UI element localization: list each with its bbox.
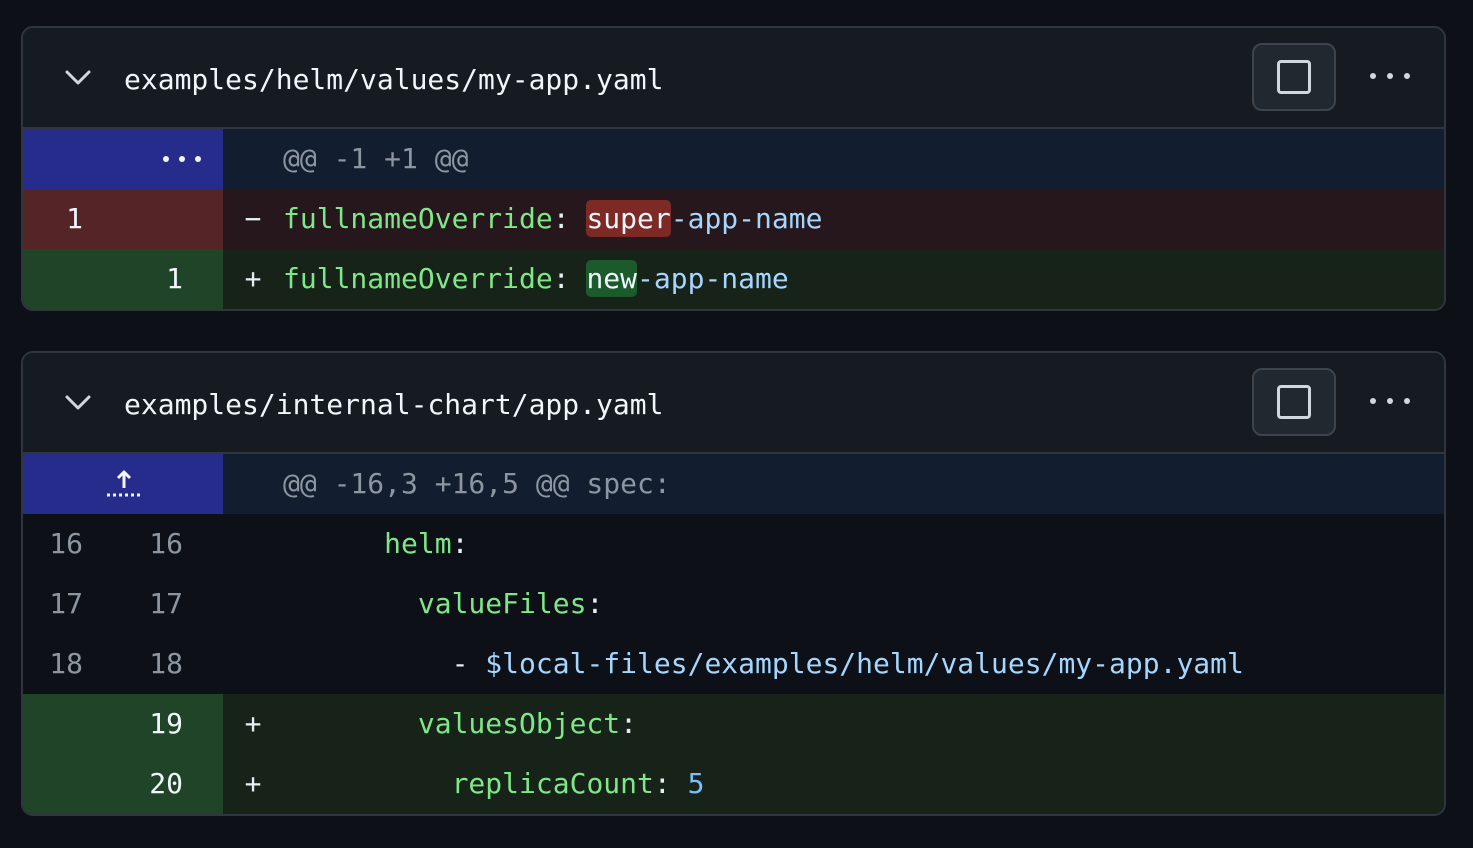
- hunk-header-text: @@ -1 +1 @@: [283, 142, 469, 175]
- deleted-line: 1 − fullnameOverride: super-app-name: [23, 189, 1444, 249]
- expand-up-button[interactable]: [23, 454, 223, 514]
- diff-sign: +: [244, 262, 262, 295]
- old-line-number[interactable]: 1: [33, 189, 83, 249]
- more-options-icon[interactable]: [1368, 61, 1412, 91]
- hunk-header-text: @@ -16,3 +16,5 @@ spec:: [283, 467, 671, 500]
- hunk-header-row: @@ -1 +1 @@: [23, 129, 1444, 189]
- diff-sign: +: [244, 707, 262, 740]
- new-line-number[interactable]: 19: [133, 694, 183, 754]
- changed-word: new: [586, 260, 638, 297]
- context-line: 16 16 helm:: [23, 514, 1444, 574]
- diff-sign: +: [244, 767, 262, 800]
- chevron-down-icon[interactable]: [63, 66, 93, 90]
- diff-file-app-yaml: examples/internal-chart/app.yaml @@ -16,…: [21, 351, 1446, 816]
- added-line: 19 + valuesObject:: [23, 694, 1444, 754]
- line-code: fullnameOverride: super-app-name: [283, 200, 823, 237]
- diff-file-my-app-yaml: examples/helm/values/my-app.yaml @@ -1 +…: [21, 26, 1446, 311]
- hunk-header-row: @@ -16,3 +16,5 @@ spec:: [23, 454, 1444, 514]
- line-code: - $local-files/examples/helm/values/my-a…: [451, 647, 1244, 680]
- old-line-number[interactable]: 18: [33, 634, 83, 694]
- new-line-number[interactable]: 1: [133, 249, 183, 309]
- expand-hunk-button[interactable]: [23, 129, 223, 189]
- line-code: fullnameOverride: new-app-name: [283, 260, 789, 297]
- new-line-number[interactable]: 18: [133, 634, 183, 694]
- file-header: examples/internal-chart/app.yaml: [23, 353, 1444, 454]
- file-header: examples/helm/values/my-app.yaml: [23, 28, 1444, 129]
- file-name[interactable]: examples/helm/values/my-app.yaml: [124, 60, 663, 100]
- view-file-button[interactable]: [1252, 43, 1336, 111]
- changed-word: super: [586, 200, 671, 237]
- square-icon: [1277, 385, 1311, 419]
- old-line-number[interactable]: 17: [33, 574, 83, 634]
- diff-sign: −: [244, 202, 262, 235]
- chevron-down-icon[interactable]: [63, 391, 93, 415]
- new-line-number[interactable]: 16: [133, 514, 183, 574]
- file-name[interactable]: examples/internal-chart/app.yaml: [124, 385, 663, 425]
- old-line-number[interactable]: 16: [33, 514, 83, 574]
- new-line-number[interactable]: 17: [133, 574, 183, 634]
- fold-up-icon: [107, 470, 141, 497]
- added-line: 20 + replicaCount: 5: [23, 754, 1444, 814]
- context-line: 17 17 valueFiles:: [23, 574, 1444, 634]
- square-icon: [1277, 60, 1311, 94]
- dots-icon: [163, 156, 203, 164]
- line-code: valuesObject:: [417, 707, 638, 740]
- view-file-button[interactable]: [1252, 368, 1336, 436]
- added-line: 1 + fullnameOverride: new-app-name: [23, 249, 1444, 309]
- more-options-icon[interactable]: [1368, 386, 1412, 416]
- line-code: valueFiles:: [417, 587, 604, 620]
- context-line: 18 18 - $local-files/examples/helm/value…: [23, 634, 1444, 694]
- new-line-number[interactable]: 20: [133, 754, 183, 814]
- line-code: replicaCount: 5: [451, 767, 705, 800]
- line-code: helm:: [384, 527, 469, 560]
